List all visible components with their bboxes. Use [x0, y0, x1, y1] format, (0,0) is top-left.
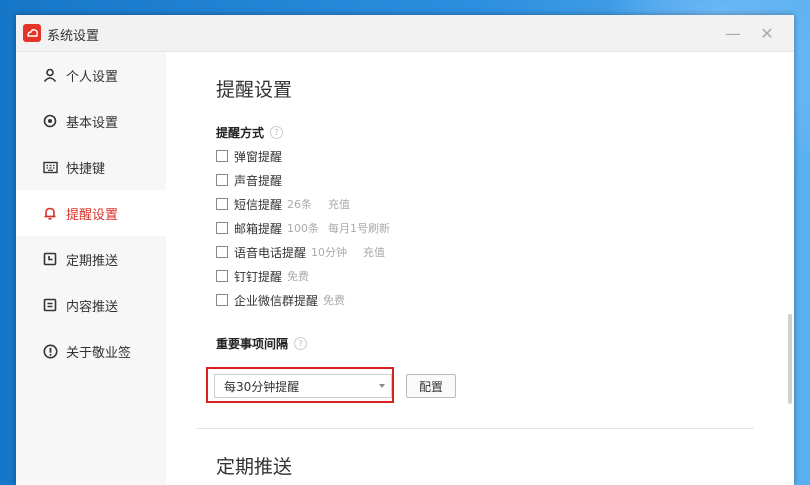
option-label: 语音电话提醒	[234, 245, 307, 260]
calendar-icon	[42, 251, 58, 267]
settings-window: 系统设置 — ✕ 个人设置 基本设置 快捷键 提醒设置 定期推送 内容推送 关于…	[16, 15, 794, 485]
sidebar-item-label: 提醒设置	[66, 207, 119, 223]
dingtalk-price: 免费	[287, 270, 310, 283]
configure-button[interactable]: 配置	[406, 374, 456, 398]
wecom-price: 免费	[323, 294, 346, 307]
settings-content: 提醒设置 提醒方式 ? 弹窗提醒 声音提醒 短信提醒 26条 充值 邮箱提醒 1…	[166, 52, 794, 485]
divider	[196, 428, 754, 429]
voice-recharge-link[interactable]: 充值	[363, 244, 385, 260]
voice-quota: 10分钟	[311, 246, 348, 259]
option-voice-call-reminder[interactable]: 语音电话提醒 10分钟 充值	[216, 242, 385, 262]
checkbox[interactable]	[216, 150, 228, 162]
sidebar-item-label: 内容推送	[66, 299, 119, 315]
option-label: 钉钉提醒	[234, 269, 283, 284]
gear-icon	[42, 113, 58, 129]
sidebar-item-label: 快捷键	[66, 161, 106, 177]
checkbox[interactable]	[216, 246, 228, 258]
sidebar-item-label: 个人设置	[66, 69, 119, 85]
sms-recharge-link[interactable]: 充值	[328, 196, 350, 212]
sidebar-item-label: 关于敬业签	[66, 345, 132, 361]
window-title: 系统设置	[47, 29, 100, 44]
option-label: 邮箱提醒	[234, 221, 283, 236]
reminder-method-label: 提醒方式	[216, 126, 265, 140]
sms-quota: 26条	[287, 198, 313, 211]
minimize-icon: —	[725, 23, 741, 43]
sidebar-item-about[interactable]: 关于敬业签	[16, 328, 166, 374]
section-title-reminder: 提醒设置	[216, 79, 293, 101]
help-icon[interactable]: ?	[294, 337, 308, 350]
sidebar-item-scheduled-push[interactable]: 定期推送	[16, 236, 166, 282]
checkbox[interactable]	[216, 222, 228, 234]
close-button[interactable]: ✕	[754, 21, 780, 45]
title-bar: 系统设置 — ✕	[16, 15, 794, 52]
interval-select[interactable]: 每30分钟提醒	[214, 374, 392, 398]
sidebar-item-personal[interactable]: 个人设置	[16, 52, 166, 98]
info-icon	[42, 343, 58, 359]
sidebar-item-label: 基本设置	[66, 115, 119, 131]
option-popup-reminder[interactable]: 弹窗提醒	[216, 146, 282, 166]
email-quota: 100条	[287, 222, 320, 235]
sidebar: 个人设置 基本设置 快捷键 提醒设置 定期推送 内容推送 关于敬业签	[16, 52, 166, 485]
sidebar-item-basic[interactable]: 基本设置	[16, 98, 166, 144]
option-label: 声音提醒	[234, 173, 283, 188]
keyboard-icon	[42, 159, 58, 175]
person-icon	[42, 67, 58, 83]
checkbox[interactable]	[216, 198, 228, 210]
section-title-scheduled-push: 定期推送	[216, 456, 293, 478]
interval-title: 重要事项间隔 ?	[216, 335, 308, 352]
sidebar-item-content-push[interactable]: 内容推送	[16, 282, 166, 328]
sidebar-item-reminder[interactable]: 提醒设置	[16, 190, 166, 236]
sidebar-item-label: 定期推送	[66, 253, 119, 269]
checkbox[interactable]	[216, 294, 228, 306]
option-dingtalk-reminder[interactable]: 钉钉提醒 免费	[216, 266, 309, 286]
interval-label: 重要事项间隔	[216, 337, 289, 351]
option-sms-reminder[interactable]: 短信提醒 26条 充值	[216, 194, 350, 214]
checkbox[interactable]	[216, 174, 228, 186]
option-label: 短信提醒	[234, 197, 283, 212]
interval-select-value: 每30分钟提醒	[224, 379, 300, 394]
option-wecom-group-reminder[interactable]: 企业微信群提醒 免费	[216, 290, 345, 310]
option-sound-reminder[interactable]: 声音提醒	[216, 170, 282, 190]
sidebar-item-shortcuts[interactable]: 快捷键	[16, 144, 166, 190]
app-logo-icon	[23, 24, 41, 42]
help-icon[interactable]: ?	[270, 126, 284, 139]
chevron-down-icon	[379, 384, 385, 388]
reminder-method-title: 提醒方式 ?	[216, 124, 284, 141]
document-icon	[42, 297, 58, 313]
option-label: 弹窗提醒	[234, 149, 283, 164]
scrollbar[interactable]	[788, 314, 792, 404]
bell-icon	[42, 205, 58, 221]
close-icon: ✕	[760, 23, 774, 43]
email-refresh-note: 每月1号刷新	[328, 222, 391, 235]
option-label: 企业微信群提醒	[234, 293, 319, 308]
minimize-button[interactable]: —	[720, 21, 746, 45]
option-email-reminder[interactable]: 邮箱提醒 100条 每月1号刷新	[216, 218, 390, 238]
checkbox[interactable]	[216, 270, 228, 282]
